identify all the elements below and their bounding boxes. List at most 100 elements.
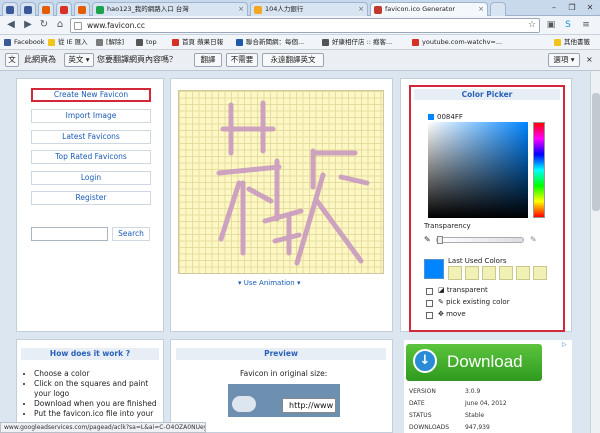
- no-thanks-button[interactable]: 不需要: [226, 53, 258, 67]
- meta-key: STATUS: [409, 412, 432, 419]
- tab-104[interactable]: 104人力銀行 ×: [250, 2, 368, 16]
- always-translate-button[interactable]: 永遠翻譯英文: [262, 53, 324, 67]
- top-rated-favicons-button[interactable]: Top Rated Favicons: [31, 150, 151, 164]
- saturation-value-field[interactable]: [428, 122, 528, 218]
- used-color-swatch[interactable]: [448, 266, 462, 280]
- tab-facebook-1[interactable]: [2, 2, 18, 16]
- facebook-icon: [4, 39, 11, 46]
- tab-5[interactable]: [74, 2, 90, 16]
- meta-key: DOWNLOADS: [409, 424, 450, 431]
- tab-hao123[interactable]: hao123_我的網路入口 台灣 ×: [92, 2, 248, 16]
- scrollbar-thumb[interactable]: [592, 93, 600, 211]
- favicon-editor-grid[interactable]: [178, 90, 384, 274]
- create-new-favicon-button[interactable]: Create New Favicon: [31, 88, 151, 102]
- back-icon[interactable]: ◀: [4, 18, 18, 32]
- youtube-icon: [412, 39, 419, 46]
- minimize-button[interactable]: –: [546, 2, 562, 14]
- tab-4[interactable]: [56, 2, 72, 16]
- maximize-button[interactable]: ❐: [564, 2, 580, 14]
- close-icon[interactable]: ×: [586, 54, 593, 66]
- 104-icon: [254, 6, 262, 14]
- close-icon[interactable]: ×: [478, 3, 484, 16]
- use-animation-link[interactable]: ▾ Use Animation ▾: [238, 279, 301, 287]
- bookmark-other[interactable]: 其他書籤: [554, 37, 590, 48]
- download-label: Download: [447, 352, 523, 371]
- translate-button[interactable]: 翻譯: [194, 53, 222, 67]
- site-icon: [78, 6, 86, 14]
- page-scrollbar[interactable]: [590, 71, 600, 433]
- adchoices-icon[interactable]: ▷: [562, 341, 570, 349]
- status-bar: www.googleadservices.com/pagead/aclk?sa=…: [0, 422, 206, 433]
- browser-toolbar: ◀ ▶ ↻ ⌂ www.favicon.cc ☆ ▣ S ≡: [0, 16, 600, 35]
- transparency-slider[interactable]: [436, 237, 524, 243]
- folder-icon: [554, 39, 561, 46]
- meta-value: Stable: [465, 412, 485, 419]
- bookmark-udn[interactable]: 聯合新聞網：每個...: [236, 37, 304, 48]
- transparency-slider-knob[interactable]: [437, 236, 443, 244]
- translate-bar: 文 此網頁為 英文 ▾ 您要翻譯網頁內容嗎？ 翻譯 不需要 永遠翻譯英文 選項 …: [0, 50, 600, 71]
- translate-question: 您要翻譯網頁內容嗎？: [97, 55, 177, 64]
- star-icon[interactable]: ☆: [526, 19, 538, 31]
- search-input[interactable]: [31, 227, 108, 241]
- pick-existing-color-checkbox[interactable]: [426, 300, 433, 307]
- reload-icon[interactable]: ↻: [37, 18, 51, 32]
- new-tab-button[interactable]: [490, 2, 506, 16]
- move-checkbox[interactable]: [426, 312, 433, 319]
- bookmark-facebook[interactable]: Facebook: [4, 37, 45, 48]
- meta-value: June 04, 2012: [465, 400, 507, 407]
- tab-label: favicon.ico Generator: [385, 5, 456, 13]
- bookmark-youtube[interactable]: youtube.com-watchv=...: [412, 37, 502, 48]
- used-color-swatch[interactable]: [482, 266, 496, 280]
- painted-strokes: [216, 100, 370, 266]
- opaque-icon: ✎: [424, 235, 431, 244]
- page-icon: [322, 39, 329, 46]
- extension-icon[interactable]: ▣: [545, 19, 557, 31]
- used-color-swatch[interactable]: [465, 266, 479, 280]
- current-color-swatch: [424, 259, 444, 279]
- how-it-works-steps: Choose a color Click on the squares and …: [24, 369, 158, 419]
- skype-icon[interactable]: S: [562, 19, 574, 31]
- bookmark-unlock[interactable]: [解除]: [96, 37, 124, 48]
- home-icon[interactable]: ⌂: [53, 18, 67, 32]
- eyedropper-icon: ✎: [438, 298, 444, 306]
- translate-prefix: 此網頁為: [24, 55, 56, 64]
- tab-favicon-generator[interactable]: favicon.ico Generator ×: [370, 2, 488, 16]
- forward-icon[interactable]: ▶: [21, 18, 35, 32]
- login-button[interactable]: Login: [31, 171, 151, 185]
- bookmark-haokang[interactable]: 好康相仔店 :: 癮客...: [322, 37, 392, 48]
- page-icon: [96, 39, 103, 46]
- facebook-icon: [6, 6, 14, 14]
- options-button[interactable]: 選項 ▾: [548, 53, 580, 67]
- register-button[interactable]: Register: [31, 191, 151, 205]
- bookmarks-bar: Facebook 從 IE 匯入 [解除] top 首頁 蘋果日報 聯合新聞網：…: [0, 35, 600, 50]
- download-arrow-icon: ↓: [413, 349, 437, 373]
- translate-icon: 文: [5, 53, 19, 67]
- bookmark-ie-import[interactable]: 從 IE 匯入: [48, 37, 88, 48]
- used-color-swatch[interactable]: [499, 266, 513, 280]
- preview-text: Favicon in original size:: [240, 369, 328, 378]
- latest-favicons-button[interactable]: Latest Favicons: [31, 130, 151, 144]
- list-item: Download when you are finished: [34, 399, 158, 409]
- close-window-button[interactable]: ✕: [582, 2, 598, 14]
- hue-slider[interactable]: [533, 122, 545, 218]
- tab-facebook-2[interactable]: [20, 2, 36, 16]
- address-bar[interactable]: www.favicon.cc: [70, 18, 540, 33]
- used-color-swatch[interactable]: [533, 266, 547, 280]
- facebook-icon: [24, 6, 32, 14]
- wrench-icon[interactable]: ≡: [580, 19, 592, 31]
- close-icon[interactable]: ×: [358, 3, 364, 16]
- search-button[interactable]: Search: [112, 227, 150, 241]
- bookmark-apple-daily[interactable]: 首頁 蘋果日報: [172, 37, 223, 48]
- close-icon[interactable]: ×: [238, 3, 244, 16]
- move-icon: ✥: [438, 310, 444, 318]
- used-color-swatch[interactable]: [516, 266, 530, 280]
- tab-3[interactable]: [38, 2, 54, 16]
- language-select[interactable]: 英文 ▾: [64, 53, 94, 67]
- transparent-checkbox[interactable]: [426, 288, 433, 295]
- import-image-button[interactable]: Import Image: [31, 109, 151, 123]
- bookmark-top[interactable]: top: [136, 37, 157, 48]
- hex-swatch: [428, 114, 434, 120]
- list-item: Click on the squares and paint your logo: [34, 379, 158, 399]
- udn-icon: [236, 39, 243, 46]
- site-icon: [42, 6, 50, 14]
